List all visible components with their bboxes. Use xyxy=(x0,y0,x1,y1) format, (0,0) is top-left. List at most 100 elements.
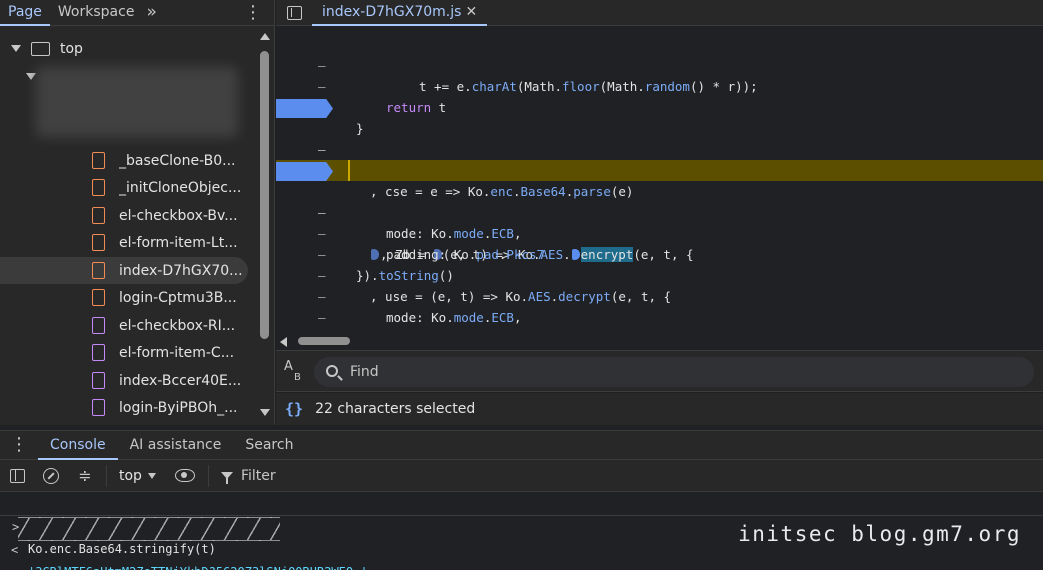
match-case-icon[interactable]: A B xyxy=(284,359,308,383)
console-sidebar-button[interactable] xyxy=(0,460,34,492)
collapse-icon: ≑ xyxy=(78,465,92,485)
tree-item-file[interactable]: el-form-item-C... xyxy=(0,339,258,366)
tree-item-label: el-checkbox-Bv... xyxy=(119,207,238,224)
tree-item-file[interactable]: el-checkbox-Bv... xyxy=(0,202,258,229)
find-bar: A B xyxy=(276,350,1043,392)
code-line: – return t xyxy=(276,55,1043,115)
redacted-origin xyxy=(36,67,238,137)
tree-item-label: el-form-item-C... xyxy=(119,344,235,361)
code-line: – }).toString() xyxy=(276,223,1043,283)
sources-navigator: Page Workspace » ⋮ top _baseClone-B0... … xyxy=(0,0,275,425)
tree-item-label: el-form-item-Lt... xyxy=(119,234,238,251)
scroll-thumb[interactable] xyxy=(260,51,269,339)
create-live-expression-button[interactable]: ≑ xyxy=(68,460,102,492)
breakpoint-marker[interactable] xyxy=(276,162,333,181)
context-value: top xyxy=(119,467,142,484)
toggle-navigator-button[interactable] xyxy=(276,0,312,26)
editor-tab-label: index-D7hGX70m.js xyxy=(322,3,462,20)
js-file-icon xyxy=(92,289,105,306)
filter-icon xyxy=(220,472,233,484)
find-box[interactable] xyxy=(314,357,1034,387)
css-file-icon xyxy=(92,344,105,361)
eye-icon xyxy=(174,469,195,482)
js-file-icon xyxy=(92,262,105,279)
find-input[interactable] xyxy=(350,361,1010,383)
context-select[interactable]: top xyxy=(106,464,168,487)
chevron-down-icon xyxy=(147,472,156,479)
tree-item-file-selected[interactable]: index-D7hGX70... xyxy=(0,257,248,284)
css-file-icon xyxy=(92,399,105,416)
tree-item-file[interactable]: login-Cptmu3B... xyxy=(0,284,258,311)
tab-console[interactable]: Console xyxy=(38,431,118,460)
code-line: – padding: Ko.pad.Pkcs7 xyxy=(276,286,1043,333)
live-expression-button[interactable] xyxy=(168,460,202,492)
tree-item-file[interactable]: _baseClone-B0... xyxy=(0,147,258,174)
tree-item-file[interactable]: index-Bccer40E... xyxy=(0,367,258,394)
expand-arrow-icon[interactable] xyxy=(26,73,36,80)
breakpoint-marker[interactable] xyxy=(276,99,333,118)
editor-horizontal-scrollbar[interactable] xyxy=(276,333,1043,349)
selection-status: 22 characters selected xyxy=(315,401,476,417)
expand-arrow-icon[interactable] xyxy=(11,45,21,52)
file-tree: top _baseClone-B0... _initCloneObjec... … xyxy=(0,27,258,425)
navigator-menu-icon[interactable]: ⋮ xyxy=(244,0,262,25)
code-editor[interactable]: – t += e.charAt(Math.floor(Math.random()… xyxy=(276,27,1043,333)
tab-search[interactable]: Search xyxy=(233,431,305,460)
code-line: – mode: Ko.mode.ECB, xyxy=(276,265,1043,325)
sidebar-icon xyxy=(9,468,25,483)
console-prompt-row[interactable]: > xyxy=(0,545,1043,567)
filter-box[interactable] xyxy=(207,464,541,487)
pretty-print-icon[interactable]: {} xyxy=(285,400,303,418)
tree-item-label: index-D7hGX70... xyxy=(119,262,243,279)
code-line: – t += e.charAt(Math.floor(Math.random()… xyxy=(276,34,1043,94)
tree-item-label: index-Bccer40E... xyxy=(119,372,242,389)
more-tabs-icon[interactable]: » xyxy=(142,0,157,25)
tree-item-file[interactable]: _initCloneObjec... xyxy=(0,174,258,201)
code-line: – }).toString(Ko.enc.Utf8); xyxy=(276,307,1043,333)
tree-item-label: _baseClone-B0... xyxy=(119,152,236,169)
js-file-icon xyxy=(92,207,105,224)
tab-page[interactable]: Page xyxy=(0,0,50,26)
js-file-icon xyxy=(92,234,105,251)
scroll-left-icon[interactable] xyxy=(280,337,287,347)
clear-icon xyxy=(43,467,59,484)
tree-item-label: login-ByiPBOh_... xyxy=(119,399,238,416)
tree-item-file[interactable]: login-ByiPBOh_... xyxy=(0,394,258,421)
tab-workspace[interactable]: Workspace xyxy=(50,0,143,26)
drawer-menu-icon[interactable]: ⋮ xyxy=(0,431,38,459)
code-line: – padding: Ko.pad.Pkcs7 xyxy=(276,202,1043,262)
tree-item-label: el-checkbox-RI... xyxy=(119,317,236,334)
tree-item-file[interactable]: el-form-item-Lt... xyxy=(0,229,258,256)
watermark: initsec blog.gm7.org xyxy=(738,522,1021,546)
js-file-icon xyxy=(92,152,105,169)
navigator-tabs: Page Workspace » ⋮ xyxy=(0,0,274,26)
tree-item-label: top xyxy=(60,40,83,57)
drawer-tab-bar: ⋮ Console AI assistance Search xyxy=(0,430,1043,460)
scroll-thumb[interactable] xyxy=(298,337,350,345)
console-toolbar: ≑ top xyxy=(0,460,1043,492)
tab-ai-assistance[interactable]: AI assistance xyxy=(118,431,234,460)
filter-input[interactable] xyxy=(240,467,541,484)
sidebar-toggle-icon xyxy=(286,5,302,20)
clear-console-button[interactable] xyxy=(34,460,68,492)
console-input-row: > Ko.enc.Base64.stringify(t) xyxy=(0,494,1043,556)
code-line: – , cse = e => Ko.enc.Base64.parse(e) xyxy=(276,139,1043,199)
code-line: – , use = (e, t) => Ko.AES.decrypt(e, t,… xyxy=(276,244,1043,304)
js-file-icon xyxy=(92,179,105,196)
frame-icon xyxy=(31,41,50,56)
tree-item-file[interactable]: el-checkbox-RI... xyxy=(0,312,258,339)
code-line: – , sse = e => Ko.enc.Base64.stringify(e… xyxy=(276,118,1043,178)
code-line: – } xyxy=(276,76,1043,136)
case-glyph-top: A xyxy=(284,359,293,374)
navigator-scrollbar[interactable] xyxy=(258,27,272,425)
case-glyph-bottom: B xyxy=(294,372,301,383)
editor-tab-bar: index-D7hGX70m.js ✕ xyxy=(276,0,1043,26)
editor-tab-file[interactable]: index-D7hGX70m.js ✕ xyxy=(312,0,488,26)
close-icon[interactable]: ✕ xyxy=(465,4,477,20)
code-line-paused: – , Zb = (e, t) => Ko.AES. encrypt(e, t, … xyxy=(276,160,1043,262)
tree-frame-top[interactable]: top xyxy=(0,35,258,62)
execution-line-indicator xyxy=(348,160,350,181)
scroll-down-icon[interactable] xyxy=(260,409,270,416)
code-line-breakpoint: – , lse = () => Ko.enc.Utf8.parse(ise()) xyxy=(276,97,1043,178)
scroll-up-icon[interactable] xyxy=(260,33,270,40)
